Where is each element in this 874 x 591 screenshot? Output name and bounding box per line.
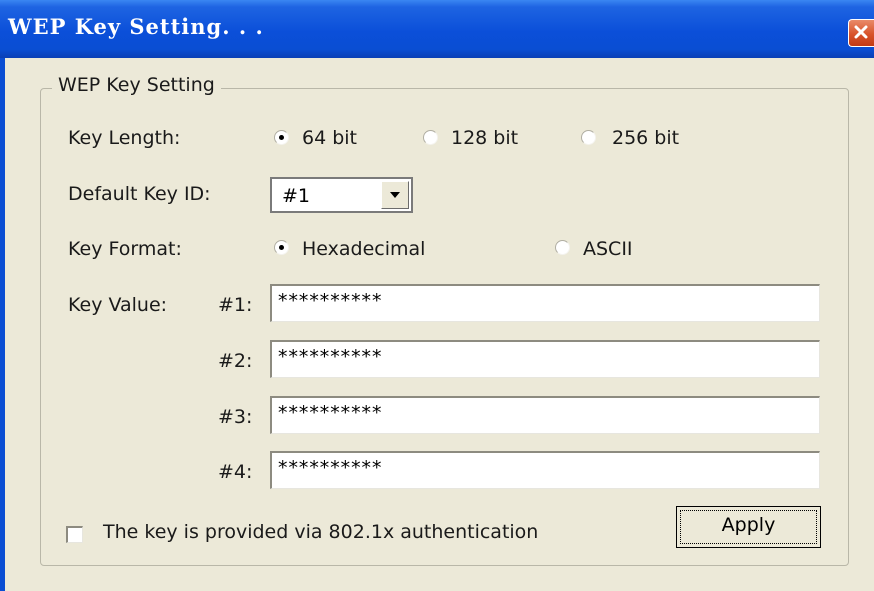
radio-64-bit-label[interactable]: 64 bit (302, 127, 357, 149)
key-2-label: #2: (218, 350, 253, 372)
key-1-input[interactable]: ********** (270, 284, 820, 322)
key-3-value: ********** (277, 402, 382, 424)
radio-64-bit[interactable] (274, 130, 289, 145)
key-1-value: ********** (277, 290, 382, 312)
key-4-label: #4: (218, 461, 253, 483)
title-bar[interactable]: WEP Key Setting. . . (0, 0, 874, 58)
radio-ascii-label[interactable]: ASCII (583, 238, 633, 260)
key-format-label: Key Format: (68, 238, 182, 260)
default-key-id-value: #1 (282, 185, 311, 207)
key-2-input[interactable]: ********** (270, 340, 820, 378)
apply-button-label: Apply (721, 514, 776, 536)
auth-8021x-checkbox[interactable] (66, 526, 83, 543)
key-length-label: Key Length: (68, 127, 181, 149)
key-1-label: #1: (218, 294, 253, 316)
dropdown-button[interactable] (381, 181, 409, 209)
radio-ascii[interactable] (555, 240, 570, 255)
key-4-input[interactable]: ********** (270, 451, 820, 489)
default-key-id-select[interactable]: #1 (270, 177, 413, 213)
key-2-value: ********** (277, 346, 382, 368)
radio-256-bit-label[interactable]: 256 bit (612, 127, 679, 149)
window-border (0, 58, 5, 591)
key-3-input[interactable]: ********** (270, 396, 820, 434)
key-3-label: #3: (218, 406, 253, 428)
radio-hexadecimal-label[interactable]: Hexadecimal (302, 238, 425, 260)
close-icon (854, 25, 868, 39)
chevron-down-icon (390, 192, 400, 198)
radio-256-bit[interactable] (581, 130, 596, 145)
radio-128-bit[interactable] (423, 130, 438, 145)
groupbox-title: WEP Key Setting (52, 74, 221, 96)
key-value-label: Key Value: (68, 294, 168, 316)
default-key-id-label: Default Key ID: (68, 183, 211, 205)
auth-8021x-label[interactable]: The key is provided via 802.1x authentic… (103, 521, 538, 543)
apply-button[interactable]: Apply (676, 506, 821, 548)
radio-hexadecimal[interactable] (274, 240, 289, 255)
close-button[interactable] (848, 19, 874, 47)
wep-key-setting-dialog: WEP Key Setting. . . WEP Key Setting Key… (0, 0, 874, 591)
radio-128-bit-label[interactable]: 128 bit (451, 127, 518, 149)
wep-key-groupbox (40, 88, 849, 566)
window-title: WEP Key Setting. . . (8, 14, 264, 39)
key-4-value: ********** (277, 457, 382, 479)
